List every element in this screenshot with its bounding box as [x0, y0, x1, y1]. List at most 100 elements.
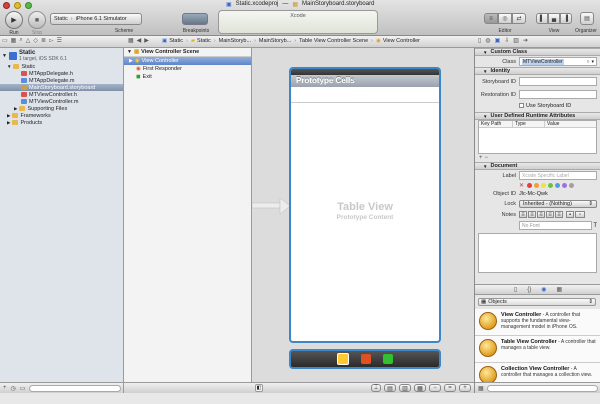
back-arrow-icon[interactable]: ◀	[137, 37, 142, 44]
use-storyboard-id-checkbox[interactable]	[519, 103, 524, 108]
col-keypath[interactable]: Key Path	[479, 121, 513, 127]
runtime-attributes-table[interactable]: Key Path Type Value	[478, 120, 597, 154]
zoom-window-button[interactable]	[25, 2, 32, 9]
zoom-reset-icon[interactable]: =	[444, 384, 456, 392]
disclosure-down-icon[interactable]: ▼	[127, 49, 132, 55]
file-list-item[interactable]: MTAppDelegate.m	[0, 77, 123, 84]
warning-icon[interactable]: △	[26, 37, 31, 44]
exit-icon[interactable]	[383, 354, 393, 364]
storyboard-canvas[interactable]: Prototype Cells Table View Prototype Con…	[251, 48, 474, 393]
identity-header[interactable]: ▼ Identity	[475, 67, 600, 75]
clear-color-icon[interactable]: ✕	[519, 182, 524, 189]
view-controller-frame[interactable]: Prototype Cells Table View Prototype Con…	[289, 67, 441, 343]
label-color-swatch[interactable]	[569, 182, 575, 188]
file-list-item[interactable]: MTAppDelegate.h	[0, 70, 123, 77]
grid-view-icon[interactable]: ▦	[478, 385, 484, 392]
disclosure-down-icon[interactable]: ▼	[483, 114, 487, 119]
align-icon[interactable]: ▤	[384, 384, 396, 392]
view-controller-icon[interactable]	[337, 353, 349, 365]
media-library-icon[interactable]: ▦	[556, 286, 562, 293]
label-color-swatch[interactable]	[527, 182, 533, 188]
align-left-icon[interactable]: ≡	[519, 211, 527, 218]
align-right-icon[interactable]: ≡	[537, 211, 545, 218]
disclosure-right-icon[interactable]: ▶	[129, 58, 133, 64]
first-responder-icon[interactable]	[361, 354, 371, 364]
label-color-swatch[interactable]	[534, 182, 540, 188]
doc-label-input[interactable]: Xcode Specific Label	[519, 171, 597, 180]
library-filter-popup[interactable]: ▦ Objects ⇕	[478, 298, 596, 306]
connections-inspector-icon[interactable]: ➜	[523, 37, 528, 44]
text-color-icon[interactable]: ▪	[566, 211, 574, 218]
log-icon[interactable]: ☰	[57, 37, 62, 44]
align-center-icon[interactable]: ≡	[528, 211, 536, 218]
organizer-button[interactable]: ▤	[580, 12, 594, 25]
restoration-id-input[interactable]	[519, 90, 597, 99]
scene-header[interactable]: ▼ ▦ View Controller Scene	[124, 48, 251, 57]
label-color-swatch[interactable]	[541, 182, 547, 188]
font-field[interactable]: No Font	[519, 221, 593, 230]
breadcrumb-item[interactable]: View Controller	[383, 38, 420, 44]
library-item[interactable]: Collection View Controller - A controlle…	[475, 363, 600, 382]
file-list-item[interactable]: ▶ Frameworks	[0, 112, 123, 119]
font-picker-icon[interactable]: T	[593, 223, 597, 229]
prototype-cell[interactable]	[291, 87, 439, 103]
version-editor-button[interactable]: ⇄	[512, 13, 526, 24]
class-combo[interactable]: MTViewController ○ ▾	[519, 57, 597, 66]
search-icon[interactable]: ⌕	[19, 37, 22, 44]
close-window-button[interactable]	[3, 2, 10, 9]
stop-button[interactable]: ■	[28, 11, 46, 29]
show-outline-icon[interactable]: ◧	[255, 384, 263, 392]
col-type[interactable]: Type	[513, 121, 545, 127]
disclosure-right-icon[interactable]: ▶	[14, 106, 17, 112]
toggle-debug-button[interactable]: ▄	[548, 13, 560, 24]
clock-icon[interactable]: ◷	[11, 385, 16, 392]
outline-item-exit[interactable]: ◼ Exit	[124, 73, 251, 81]
disclosure-down-icon[interactable]: ▼	[2, 53, 7, 59]
chevron-down-icon[interactable]: ▾	[591, 59, 594, 65]
size-inspector-icon[interactable]: ▥	[513, 37, 519, 44]
breadcrumb-item[interactable]: Static	[197, 38, 211, 44]
object-library-icon[interactable]: ◉	[541, 286, 546, 293]
runtime-attributes-header[interactable]: ▼ User Defined Runtime Attributes	[475, 112, 600, 120]
zoom-in-icon[interactable]: +	[459, 384, 471, 392]
disclosure-down-icon[interactable]: ▼	[483, 164, 487, 169]
forward-arrow-icon[interactable]: ▶	[144, 37, 149, 44]
library-search-input[interactable]	[486, 384, 598, 392]
disclosure-down-icon[interactable]: ▼	[483, 69, 487, 74]
library-item[interactable]: View Controller - A controller that supp…	[475, 309, 600, 336]
label-color-swatch[interactable]	[562, 182, 568, 188]
folder-icon[interactable]: ▭	[2, 37, 8, 44]
breadcrumb-item[interactable]: MainStoryb...	[259, 38, 291, 44]
label-color-swatch[interactable]	[548, 182, 554, 188]
attributes-inspector-icon[interactable]: ⇩	[504, 37, 509, 44]
symbol-icon[interactable]: ▦	[11, 37, 17, 44]
breadcrumb-item[interactable]: MainStoryb...	[219, 38, 251, 44]
file-list-item[interactable]: MTViewController.m	[0, 98, 123, 105]
zoom-out-icon[interactable]: −	[429, 384, 441, 392]
library-item[interactable]: Table View Controller - A controller tha…	[475, 336, 600, 363]
scheme-selector[interactable]: Static › iPhone 6.1 Simulator	[50, 13, 142, 25]
notes-text-area[interactable]	[478, 233, 597, 273]
file-list-item[interactable]: ▶ Supporting Files	[0, 105, 123, 112]
test-icon[interactable]: ◇	[33, 37, 38, 44]
identity-inspector-icon[interactable]: ▣	[495, 37, 501, 44]
minimize-window-button[interactable]	[14, 2, 21, 9]
code-snippet-icon[interactable]: {}	[527, 287, 531, 293]
navigator-filter-input[interactable]	[29, 384, 121, 392]
outline-item-view-controller[interactable]: ▶ ◉ View Controller	[124, 57, 251, 65]
toggle-navigator-button[interactable]: ▌	[536, 13, 548, 24]
disclosure-down-icon[interactable]: ▼	[483, 50, 487, 55]
breadcrumb-item[interactable]: Static	[169, 38, 183, 44]
project-row[interactable]: ▼ Static 1 target, iOS SDK 6.1	[0, 48, 123, 62]
autolayout-icon[interactable]: ⌶	[371, 384, 381, 392]
file-template-icon[interactable]: ▯	[514, 286, 517, 293]
file-inspector-icon[interactable]: ▯	[478, 37, 481, 44]
file-list-item[interactable]: MainStoryboard.storyboard	[0, 84, 123, 91]
resolve-icon[interactable]: ▦	[414, 384, 426, 392]
file-list-item[interactable]: ▶ Products	[0, 119, 123, 126]
lock-popup[interactable]: Inherited - (Nothing) ⇕	[519, 200, 597, 208]
breakpoint-icon[interactable]: ▻	[49, 37, 54, 44]
scm-icon[interactable]: ▭	[20, 385, 26, 392]
breadcrumb-item[interactable]: Table View Controller Scene	[299, 38, 368, 44]
outline-item-first-responder[interactable]: ◉ First Responder	[124, 65, 251, 73]
